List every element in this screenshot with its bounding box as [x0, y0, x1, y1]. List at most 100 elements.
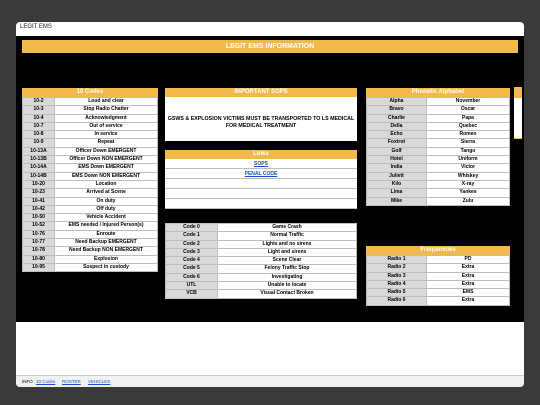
row-value: Repeat [54, 138, 158, 148]
table-row: Lima Yankee [366, 188, 510, 198]
link-row-empty [165, 179, 357, 189]
table-row: Code 2 Lights and no sirens [165, 239, 357, 249]
table-row: Della Quebec [366, 121, 510, 132]
row-key: Hotel [366, 155, 427, 165]
table-row: Radio 4 Extra [366, 279, 510, 290]
table-row: Code 1 Normal Traffic [165, 231, 357, 241]
row-key: Alpha [366, 96, 427, 107]
row-value: Vehicle Accident [54, 213, 158, 223]
row-value: Acknowledgment [54, 113, 158, 123]
sops-link[interactable]: SOPS [254, 161, 268, 167]
row-key: Code 2 [165, 239, 218, 249]
row-key: Echo [366, 130, 427, 140]
tab-10-codes[interactable]: 10 Codes [36, 379, 55, 384]
row-key: Lima [366, 188, 427, 198]
row-value: Enroute [54, 229, 158, 240]
spreadsheet-window: LEGIT EMS LEGIT EMS INFORMATION 10 Codes… [16, 22, 524, 387]
row-value: Game Crash [217, 222, 357, 233]
row-value: Victor [426, 163, 510, 173]
row-value: Zulu [426, 196, 510, 206]
ten-codes-table: 10-2 Loud and clear 10-3 Stop Radio Chatter… [22, 96, 158, 273]
links-header: Links [165, 150, 357, 159]
table-row: Hotel Uniform [366, 155, 510, 165]
row-key: 10-50 [22, 213, 55, 223]
table-row: 10-7 Out of service [22, 121, 158, 132]
row-key: 10-52 [22, 221, 55, 231]
row-value: Uniform [426, 155, 510, 165]
row-value: Scene Clear [217, 256, 357, 266]
row-value: Light and sirens [217, 247, 357, 258]
phonetic-table: Alpha November Bravo Oscar Charlie Papa Della Q… [366, 96, 510, 206]
row-value: Need Backup EMERGENT [54, 238, 158, 248]
table-row: 10-78 Need Backup NON EMERGENT [22, 246, 158, 256]
row-key: Radio 3 [366, 271, 427, 281]
tab-roster[interactable]: ROSTER [62, 379, 81, 384]
row-value: Felony Traffic Stop [217, 264, 357, 274]
row-key: UTL [165, 281, 218, 291]
penal-code-link[interactable]: PENAL CODE [245, 171, 278, 177]
frequencies-header: Frequencies [366, 246, 510, 255]
row-key: Code 3 [165, 247, 218, 258]
table-row: Golf Tango [366, 146, 510, 157]
sheet-tab-bar: INFO 10 Codes ROSTER VEHICLES [16, 375, 524, 387]
row-value: Papa [426, 113, 510, 123]
row-key: 10-23 [22, 188, 55, 198]
row-key: 10-13A [22, 146, 55, 157]
row-value: X-ray [426, 179, 510, 190]
row-key: 10-13B [22, 155, 55, 165]
sops-note: GSWS & EXPLOSION VICTIMS MUST BE TRANSPO… [165, 111, 357, 141]
table-row: 10-4 Acknowledgment [22, 113, 158, 123]
row-key: Juliett [366, 171, 427, 181]
table-row: 10-41 On duty [22, 196, 158, 206]
row-key: Code 1 [165, 231, 218, 241]
row-key: Code 5 [165, 264, 218, 274]
table-row: India Victor [366, 163, 510, 173]
row-value: PD [426, 254, 510, 265]
row-value: Sierra [426, 138, 510, 148]
row-key: 10-7 [22, 121, 55, 132]
table-row: 10-23 Arrived at Scene [22, 188, 158, 198]
row-key: Kilo [366, 179, 427, 190]
row-value: Extra [426, 296, 510, 306]
row-value: EMS Down NON EMERGENT [54, 171, 158, 181]
table-row: 10-2 Loud and clear [22, 96, 158, 107]
page-banner: LEGIT EMS INFORMATION [22, 40, 518, 53]
tab-vehicles[interactable]: VEHICLES [88, 379, 110, 384]
table-row: Radio 5 EMS [366, 288, 510, 298]
row-key: 10-3 [22, 105, 55, 115]
row-value: Out of service [54, 121, 158, 132]
row-key: Radio 4 [366, 279, 427, 290]
row-value: Investigating [217, 272, 357, 283]
row-value: Tango [426, 146, 510, 157]
tab-info[interactable]: INFO [22, 379, 33, 384]
row-key: Mike [366, 196, 427, 206]
row-key: Golf [366, 146, 427, 157]
row-key: 10-42 [22, 204, 55, 215]
row-key: 10-14B [22, 171, 55, 181]
row-value: EMS [426, 288, 510, 298]
table-row: Mike Zulu [366, 196, 510, 206]
row-value: Location [54, 179, 158, 190]
table-row: 10-3 Stop Radio Chatter [22, 105, 158, 115]
table-row: 10-13B Officer Down NON EMERGENT [22, 155, 158, 165]
row-value: Whiskey [426, 171, 510, 181]
table-row: 10-80 Explosion [22, 254, 158, 264]
table-row: Radio 1 PD [366, 254, 510, 265]
row-value: EMS Down EMERGENT [54, 163, 158, 173]
row-key: 10-4 [22, 113, 55, 123]
row-key: 10-20 [22, 179, 55, 190]
phonetic-header: Phonetic Alphabet [366, 88, 510, 97]
row-key: 10-77 [22, 238, 55, 248]
table-row: Code 6 Investigating [165, 272, 357, 283]
row-value: Lights and no sirens [217, 239, 357, 249]
row-value: On duty [54, 196, 158, 206]
row-value: In service [54, 130, 158, 140]
row-key: Foxtrot [366, 138, 427, 148]
row-key: India [366, 163, 427, 173]
row-key: 10-80 [22, 254, 55, 264]
link-row-penal-code: PENAL CODE [165, 169, 357, 179]
table-row: Radio 3 Extra [366, 271, 510, 281]
row-key: VCB [165, 289, 218, 299]
row-value: Suspect in custody [54, 262, 158, 273]
link-row-empty [165, 189, 357, 199]
